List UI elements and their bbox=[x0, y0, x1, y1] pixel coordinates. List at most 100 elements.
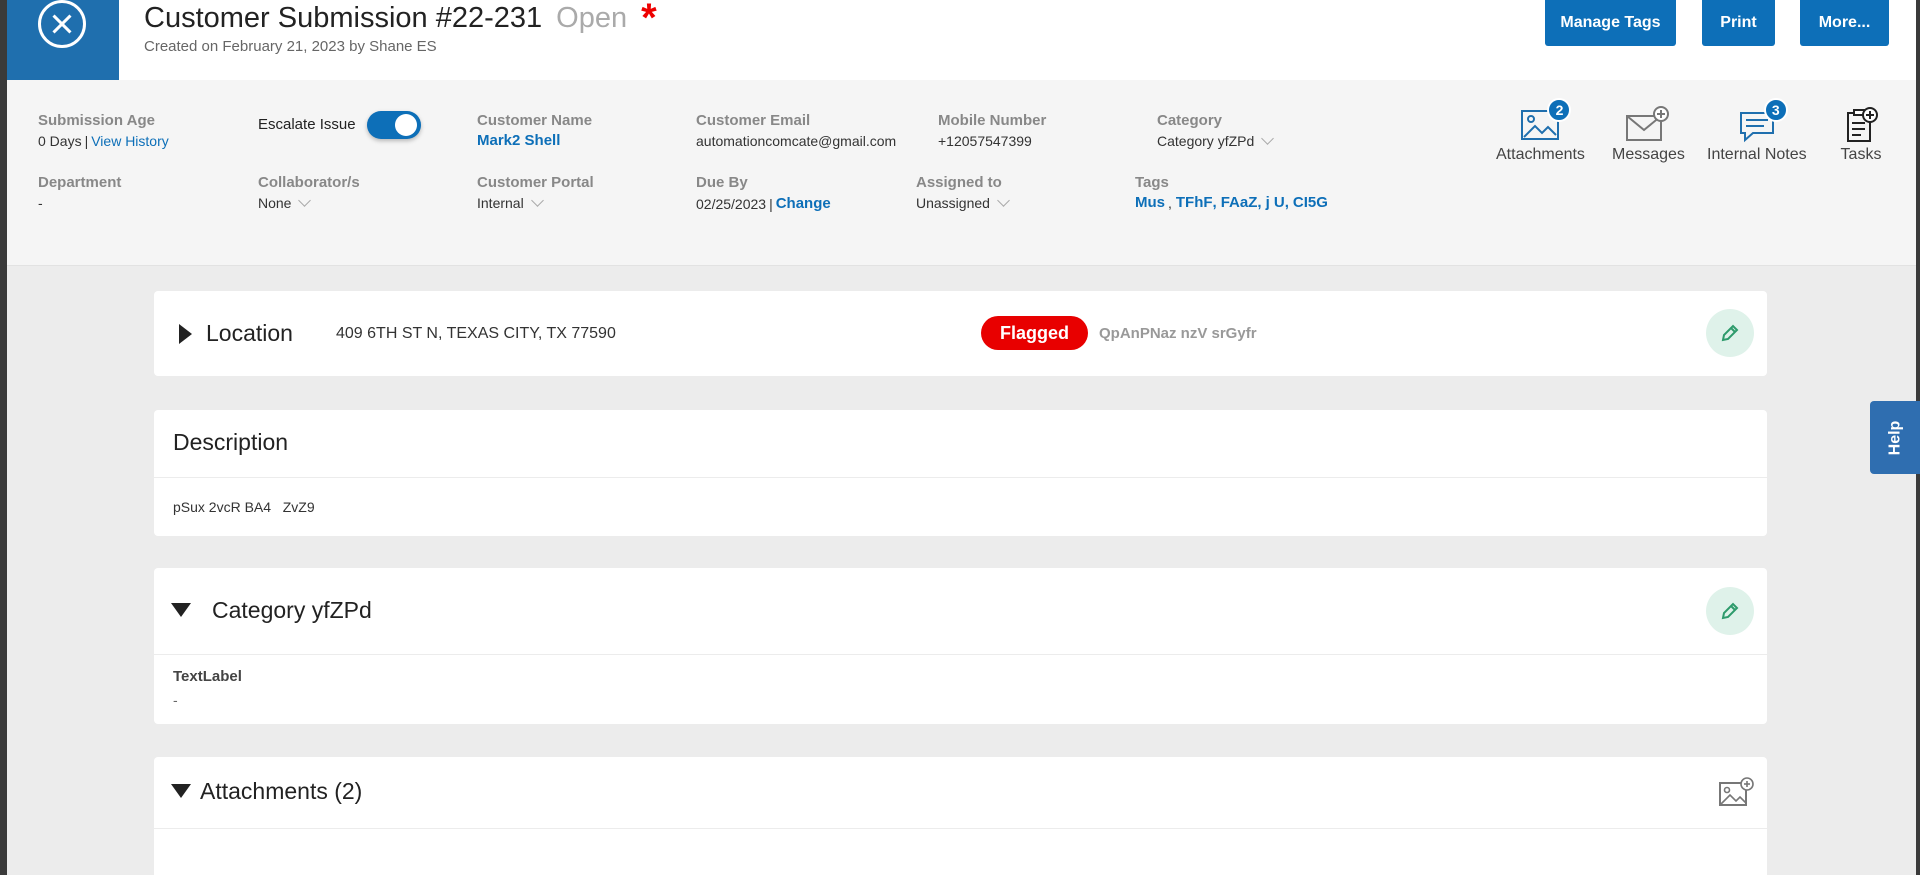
category-value: Category yfZPd bbox=[1157, 133, 1255, 149]
attachments-count-badge: 2 bbox=[1547, 98, 1572, 122]
department-value: - bbox=[38, 195, 43, 211]
envelope-plus-icon bbox=[1625, 106, 1671, 144]
messages-tool-label: Messages bbox=[1612, 146, 1685, 163]
divider bbox=[154, 477, 1767, 478]
tasks-tool[interactable]: Tasks bbox=[1838, 106, 1884, 164]
escalate-issue-label: Escalate Issue bbox=[258, 116, 356, 133]
department-label: Department bbox=[38, 174, 122, 191]
internal-notes-tool[interactable]: 3 Internal Notes bbox=[1707, 98, 1807, 164]
divider bbox=[154, 828, 1767, 829]
customer-portal-select[interactable]: Internal bbox=[477, 194, 544, 211]
image-icon: 2 bbox=[1517, 98, 1572, 144]
more-button[interactable]: More... bbox=[1800, 0, 1889, 46]
assigned-to-value: Unassigned bbox=[916, 195, 990, 211]
tasks-tool-label: Tasks bbox=[1840, 146, 1882, 163]
submission-age-label: Submission Age bbox=[38, 112, 155, 129]
submission-age-days: 0 Days bbox=[38, 133, 82, 149]
tag-link[interactable]: TFhF bbox=[1176, 194, 1213, 211]
escalate-issue-toggle[interactable] bbox=[367, 111, 421, 139]
due-by-value: 02/25/2023 | Change bbox=[696, 195, 831, 212]
manage-tags-button[interactable]: Manage Tags bbox=[1545, 0, 1676, 46]
collaborators-value: None bbox=[258, 195, 292, 211]
category-section-title: Category yfZPd bbox=[212, 597, 372, 623]
attachments-card: Attachments (2) bbox=[154, 757, 1767, 875]
chat-bubble-icon: 3 bbox=[1734, 98, 1788, 144]
internal-notes-count-badge: 3 bbox=[1763, 98, 1788, 122]
mobile-number-label: Mobile Number bbox=[938, 112, 1047, 129]
category-select[interactable]: Category yfZPd bbox=[1157, 132, 1275, 149]
pencil-icon bbox=[1721, 602, 1739, 620]
assigned-to-select[interactable]: Unassigned bbox=[916, 194, 1010, 211]
location-card: Location 409 6TH ST N, TEXAS CITY, TX 77… bbox=[154, 291, 1767, 376]
assigned-to-label: Assigned to bbox=[916, 174, 1002, 191]
print-button[interactable]: Print bbox=[1702, 0, 1775, 46]
location-address: 409 6TH ST N, TEXAS CITY, TX 77590 bbox=[336, 325, 616, 342]
separator: | bbox=[769, 195, 773, 212]
close-panel bbox=[7, 0, 119, 80]
mobile-number-value: +12057547399 bbox=[938, 133, 1032, 149]
attachments-tool[interactable]: 2 Attachments bbox=[1496, 98, 1585, 164]
required-mark: * bbox=[641, 0, 657, 40]
description-text: pSux 2vcR BA4 ZvZ9 bbox=[173, 499, 315, 515]
chevron-down-icon bbox=[997, 194, 1010, 207]
flag-note: QpAnPNaz nzV srGyfr bbox=[1099, 325, 1257, 342]
chevron-down-icon bbox=[298, 194, 312, 207]
collaborators-select[interactable]: None bbox=[258, 194, 312, 211]
description-card: Description pSux 2vcR BA4 ZvZ9 bbox=[154, 410, 1767, 536]
add-image-button[interactable] bbox=[1718, 777, 1754, 812]
tag-link[interactable]: CI5G bbox=[1293, 194, 1328, 211]
customer-email-label: Customer Email bbox=[696, 112, 811, 129]
submission-age-value: 0 Days | View History bbox=[38, 133, 169, 149]
submission-window: Customer Submission #22-231 Open * Creat… bbox=[7, 0, 1916, 875]
tag-link[interactable]: Mus bbox=[1135, 194, 1165, 211]
add-image-icon bbox=[1719, 777, 1754, 806]
customer-portal-label: Customer Portal bbox=[477, 174, 594, 191]
messages-tool[interactable]: Messages bbox=[1612, 106, 1685, 164]
customer-name-link[interactable]: Mark2 Shell bbox=[477, 132, 560, 149]
custom-field-label: TextLabel bbox=[173, 668, 242, 685]
description-title: Description bbox=[173, 429, 289, 455]
close-icon[interactable] bbox=[38, 0, 86, 48]
tag-link[interactable]: j U bbox=[1266, 194, 1285, 211]
location-title: Location bbox=[206, 320, 293, 346]
due-by-label: Due By bbox=[696, 174, 748, 191]
view-history-link[interactable]: View History bbox=[91, 133, 169, 149]
page-title: Customer Submission #22-231 bbox=[144, 2, 543, 34]
divider bbox=[154, 654, 1767, 655]
attachments-tool-label: Attachments bbox=[1496, 146, 1585, 163]
help-tab[interactable]: Help bbox=[1870, 401, 1920, 474]
separator: | bbox=[84, 133, 89, 149]
attachments-section-title: Attachments (2) bbox=[200, 778, 363, 804]
customer-name-label: Customer Name bbox=[477, 112, 593, 129]
customer-name-value: Mark2 Shell bbox=[477, 132, 560, 149]
created-by-text: Created on February 21, 2023 by Shane ES bbox=[144, 38, 437, 55]
customer-portal-value: Internal bbox=[477, 195, 524, 211]
help-label: Help bbox=[1885, 420, 1903, 455]
category-card: Category yfZPd TextLabel - bbox=[154, 568, 1767, 724]
internal-notes-tool-label: Internal Notes bbox=[1707, 146, 1807, 163]
expand-caret-icon[interactable] bbox=[179, 324, 192, 344]
header: Customer Submission #22-231 Open * Creat… bbox=[7, 0, 1916, 80]
toggle-knob bbox=[395, 114, 417, 136]
flagged-badge: Flagged bbox=[981, 316, 1089, 350]
custom-field-value: - bbox=[173, 692, 178, 708]
customer-email-value: automationcomcate@gmail.com bbox=[696, 133, 897, 149]
due-date: 02/25/2023 bbox=[696, 195, 767, 212]
change-due-date-link[interactable]: Change bbox=[776, 195, 831, 212]
chevron-down-icon bbox=[1261, 132, 1275, 145]
status-label: Open bbox=[556, 2, 628, 34]
edit-category-button[interactable] bbox=[1706, 587, 1754, 635]
tag-link[interactable]: FAaZ bbox=[1221, 194, 1258, 211]
info-panel: Submission Age 0 Days | View History Esc… bbox=[7, 80, 1916, 266]
clipboard-plus-icon bbox=[1838, 106, 1884, 144]
collaborators-label: Collaborator/s bbox=[258, 174, 360, 191]
category-label: Category bbox=[1157, 112, 1223, 129]
collapse-caret-icon[interactable] bbox=[171, 784, 191, 798]
collapse-caret-icon[interactable] bbox=[171, 603, 191, 617]
tags-label: Tags bbox=[1135, 174, 1169, 191]
title-row: Customer Submission #22-231 Open * bbox=[144, 0, 657, 40]
chevron-down-icon bbox=[530, 194, 544, 207]
pencil-icon bbox=[1721, 324, 1739, 342]
edit-location-button[interactable] bbox=[1706, 309, 1754, 357]
tags-list: Mus, TFhF, FAaZ, j U, CI5G bbox=[1135, 194, 1328, 211]
